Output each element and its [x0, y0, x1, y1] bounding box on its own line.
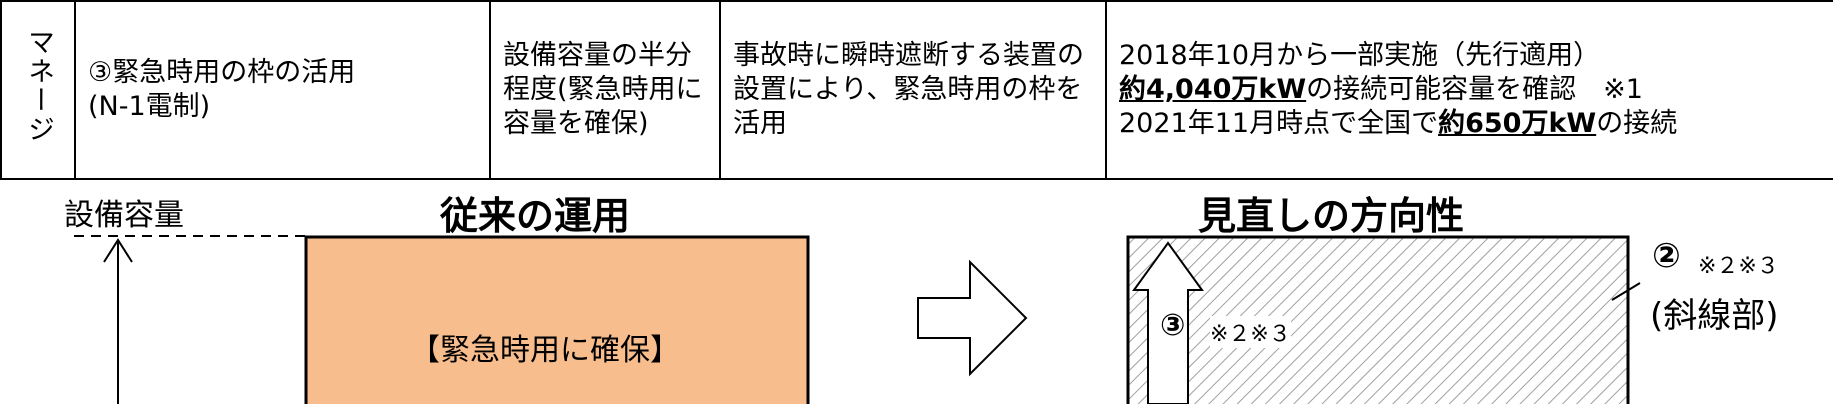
left-box-label: 【緊急時用に確保】 [410, 333, 680, 368]
note-2: ※２※３ [1698, 254, 1779, 279]
circle-2-marker: ② [1652, 236, 1681, 276]
diagram-graphics [74, 235, 1641, 404]
right-arrow-icon [917, 259, 1028, 377]
emergency-reserve-box [304, 235, 810, 404]
hatched-label: (斜線部) [1650, 296, 1779, 336]
note-3: ※２※３ [1210, 316, 1291, 348]
hatched-capacity-box [1126, 235, 1630, 404]
circle-3-marker: ③ [1160, 308, 1186, 343]
